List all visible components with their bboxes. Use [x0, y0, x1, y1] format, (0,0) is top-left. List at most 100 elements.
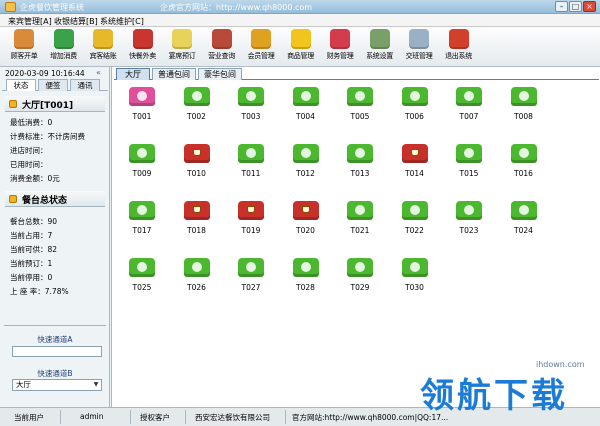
table-tile[interactable]: T023 [447, 198, 491, 244]
elapsed-time: 已用时间： [10, 160, 48, 169]
watermark-logo: 领航下载 [420, 376, 568, 416]
tab-contacts[interactable]: 通讯 [70, 79, 100, 91]
table-grid-area: 大厅 普通包间 豪华包间 T001 T002 T003 T004 T005 T006 T00… [111, 67, 600, 407]
table-id: T011 [241, 169, 261, 178]
toolbar-button[interactable]: 宴席预订 [162, 29, 202, 65]
table-tile[interactable]: T018 [175, 198, 219, 244]
panel-tabs: 状态 便签 通讯 [2, 79, 108, 91]
table-tile[interactable]: T025 [120, 255, 164, 301]
free-table-icon [292, 84, 319, 106]
table-tile[interactable]: T027 [229, 255, 273, 301]
table-tile[interactable]: T029 [338, 255, 382, 301]
table-tile[interactable]: T026 [175, 255, 219, 301]
available-count: 当前可供：82 [10, 245, 58, 254]
toolbar-button-label: 会员管理 [247, 52, 275, 60]
menu-system[interactable]: 系统维护[C] [100, 16, 144, 27]
table-id: T009 [132, 169, 152, 178]
members-icon [251, 29, 271, 49]
tab-notes[interactable]: 便签 [38, 79, 68, 91]
quick-b-select[interactable]: 大厅 ▼ [12, 379, 102, 391]
toolbar-button-label: 交班管理 [405, 52, 433, 60]
table-id: T027 [241, 283, 261, 292]
table-tile[interactable]: T024 [502, 198, 546, 244]
table-tile[interactable]: T002 [175, 84, 219, 130]
toolbar-button[interactable]: 退出系统 [439, 29, 479, 65]
table-tile[interactable]: T017 [120, 198, 164, 244]
table-tile[interactable]: T009 [120, 141, 164, 187]
customer-icon [14, 29, 34, 49]
toolbar-button[interactable]: 财务管理 [320, 29, 360, 65]
table-tile[interactable]: T001 [120, 84, 164, 130]
status-divider [60, 410, 61, 424]
table-tile[interactable]: T028 [284, 255, 328, 301]
table-id: T007 [459, 112, 479, 121]
table-tile[interactable]: T008 [502, 84, 546, 130]
table-tile[interactable]: T010 [175, 141, 219, 187]
table-tile[interactable]: T022 [393, 198, 437, 244]
table-tile[interactable]: T007 [447, 84, 491, 130]
table-id: T001 [132, 112, 152, 121]
table-tile[interactable]: T030 [393, 255, 437, 301]
table-tile[interactable]: T021 [338, 198, 382, 244]
table-tile[interactable]: T011 [229, 141, 273, 187]
toolbar-button[interactable]: 系统设置 [360, 29, 400, 65]
table-id: T006 [405, 112, 424, 121]
table-id: T015 [459, 169, 479, 178]
toolbar-button[interactable]: 交班管理 [399, 29, 439, 65]
tab-hall[interactable]: 大厅 [116, 68, 150, 80]
toolbar-button[interactable]: 会员管理 [241, 29, 281, 65]
window-site-url: 企虎官方网站：http://www.qh8000.com [160, 3, 313, 12]
reserved-count: 当前预订：1 [10, 259, 53, 268]
toolbar-button-label: 退出系统 [445, 52, 472, 60]
status-divider [130, 410, 131, 424]
table-tile[interactable]: T014 [393, 141, 437, 187]
table-tile[interactable]: T006 [393, 84, 437, 130]
free-table-icon [456, 84, 482, 106]
quick-a-label: 快速通道A [37, 335, 73, 344]
free-table-icon [238, 84, 264, 106]
maximize-button[interactable]: □ [569, 1, 582, 12]
table-id: T028 [296, 283, 315, 292]
collapse-panel-button[interactable]: « [96, 68, 101, 77]
table-id: T019 [241, 226, 261, 235]
menu-guests[interactable]: 来宾管理[A] [8, 16, 52, 27]
tab-standard-room[interactable]: 普通包间 [152, 68, 196, 80]
table-id: T026 [187, 283, 206, 292]
toolbar-button[interactable]: 商品管理 [281, 29, 321, 65]
table-id: T018 [187, 226, 206, 235]
table-tile[interactable]: T016 [502, 141, 546, 187]
close-button[interactable]: × [583, 1, 596, 12]
table-tile[interactable]: T003 [229, 84, 273, 130]
table-tile[interactable]: T005 [338, 84, 382, 130]
free-table-icon [292, 255, 319, 277]
report-icon [211, 29, 232, 49]
table-tile[interactable]: T013 [338, 141, 382, 187]
occupied-table-icon [401, 141, 428, 163]
toolbar-button[interactable]: 快餐外卖 [123, 29, 163, 65]
toolbar-button-label: 商品管理 [287, 52, 314, 60]
occupied-table-icon [183, 141, 210, 163]
free-table-icon [401, 255, 428, 277]
table-tile[interactable]: T015 [447, 141, 491, 187]
toolbar-button[interactable]: 宾客结账 [83, 29, 123, 65]
toolbar-button[interactable]: 增加消费 [44, 29, 84, 65]
datetime-display: 2020-03-09 10:16:44 [5, 69, 85, 78]
table-tile[interactable]: T019 [229, 198, 273, 244]
table-tile[interactable]: T012 [284, 141, 328, 187]
table-id: T029 [350, 283, 370, 292]
tab-deluxe-room[interactable]: 豪华包间 [198, 68, 242, 80]
consume-amount: 消费金额：0元 [10, 174, 60, 183]
tab-status[interactable]: 状态 [6, 79, 36, 91]
table-tile[interactable]: T020 [284, 198, 328, 244]
toolbar-button[interactable]: 顾客开单 [4, 29, 44, 65]
table-tile[interactable]: T004 [284, 84, 328, 130]
current-table-header: 大厅[T001] [5, 96, 105, 112]
table-id: T030 [405, 283, 424, 292]
minimize-button[interactable]: – [555, 1, 568, 12]
toolbar-button[interactable]: 营业查询 [202, 29, 242, 65]
licensee-label: 授权客户 [140, 413, 170, 422]
table-id: T023 [459, 226, 479, 235]
quick-a-input[interactable] [12, 346, 102, 357]
menu-cashier[interactable]: 收银结算[B] [54, 16, 98, 27]
table-id: T005 [350, 112, 370, 121]
